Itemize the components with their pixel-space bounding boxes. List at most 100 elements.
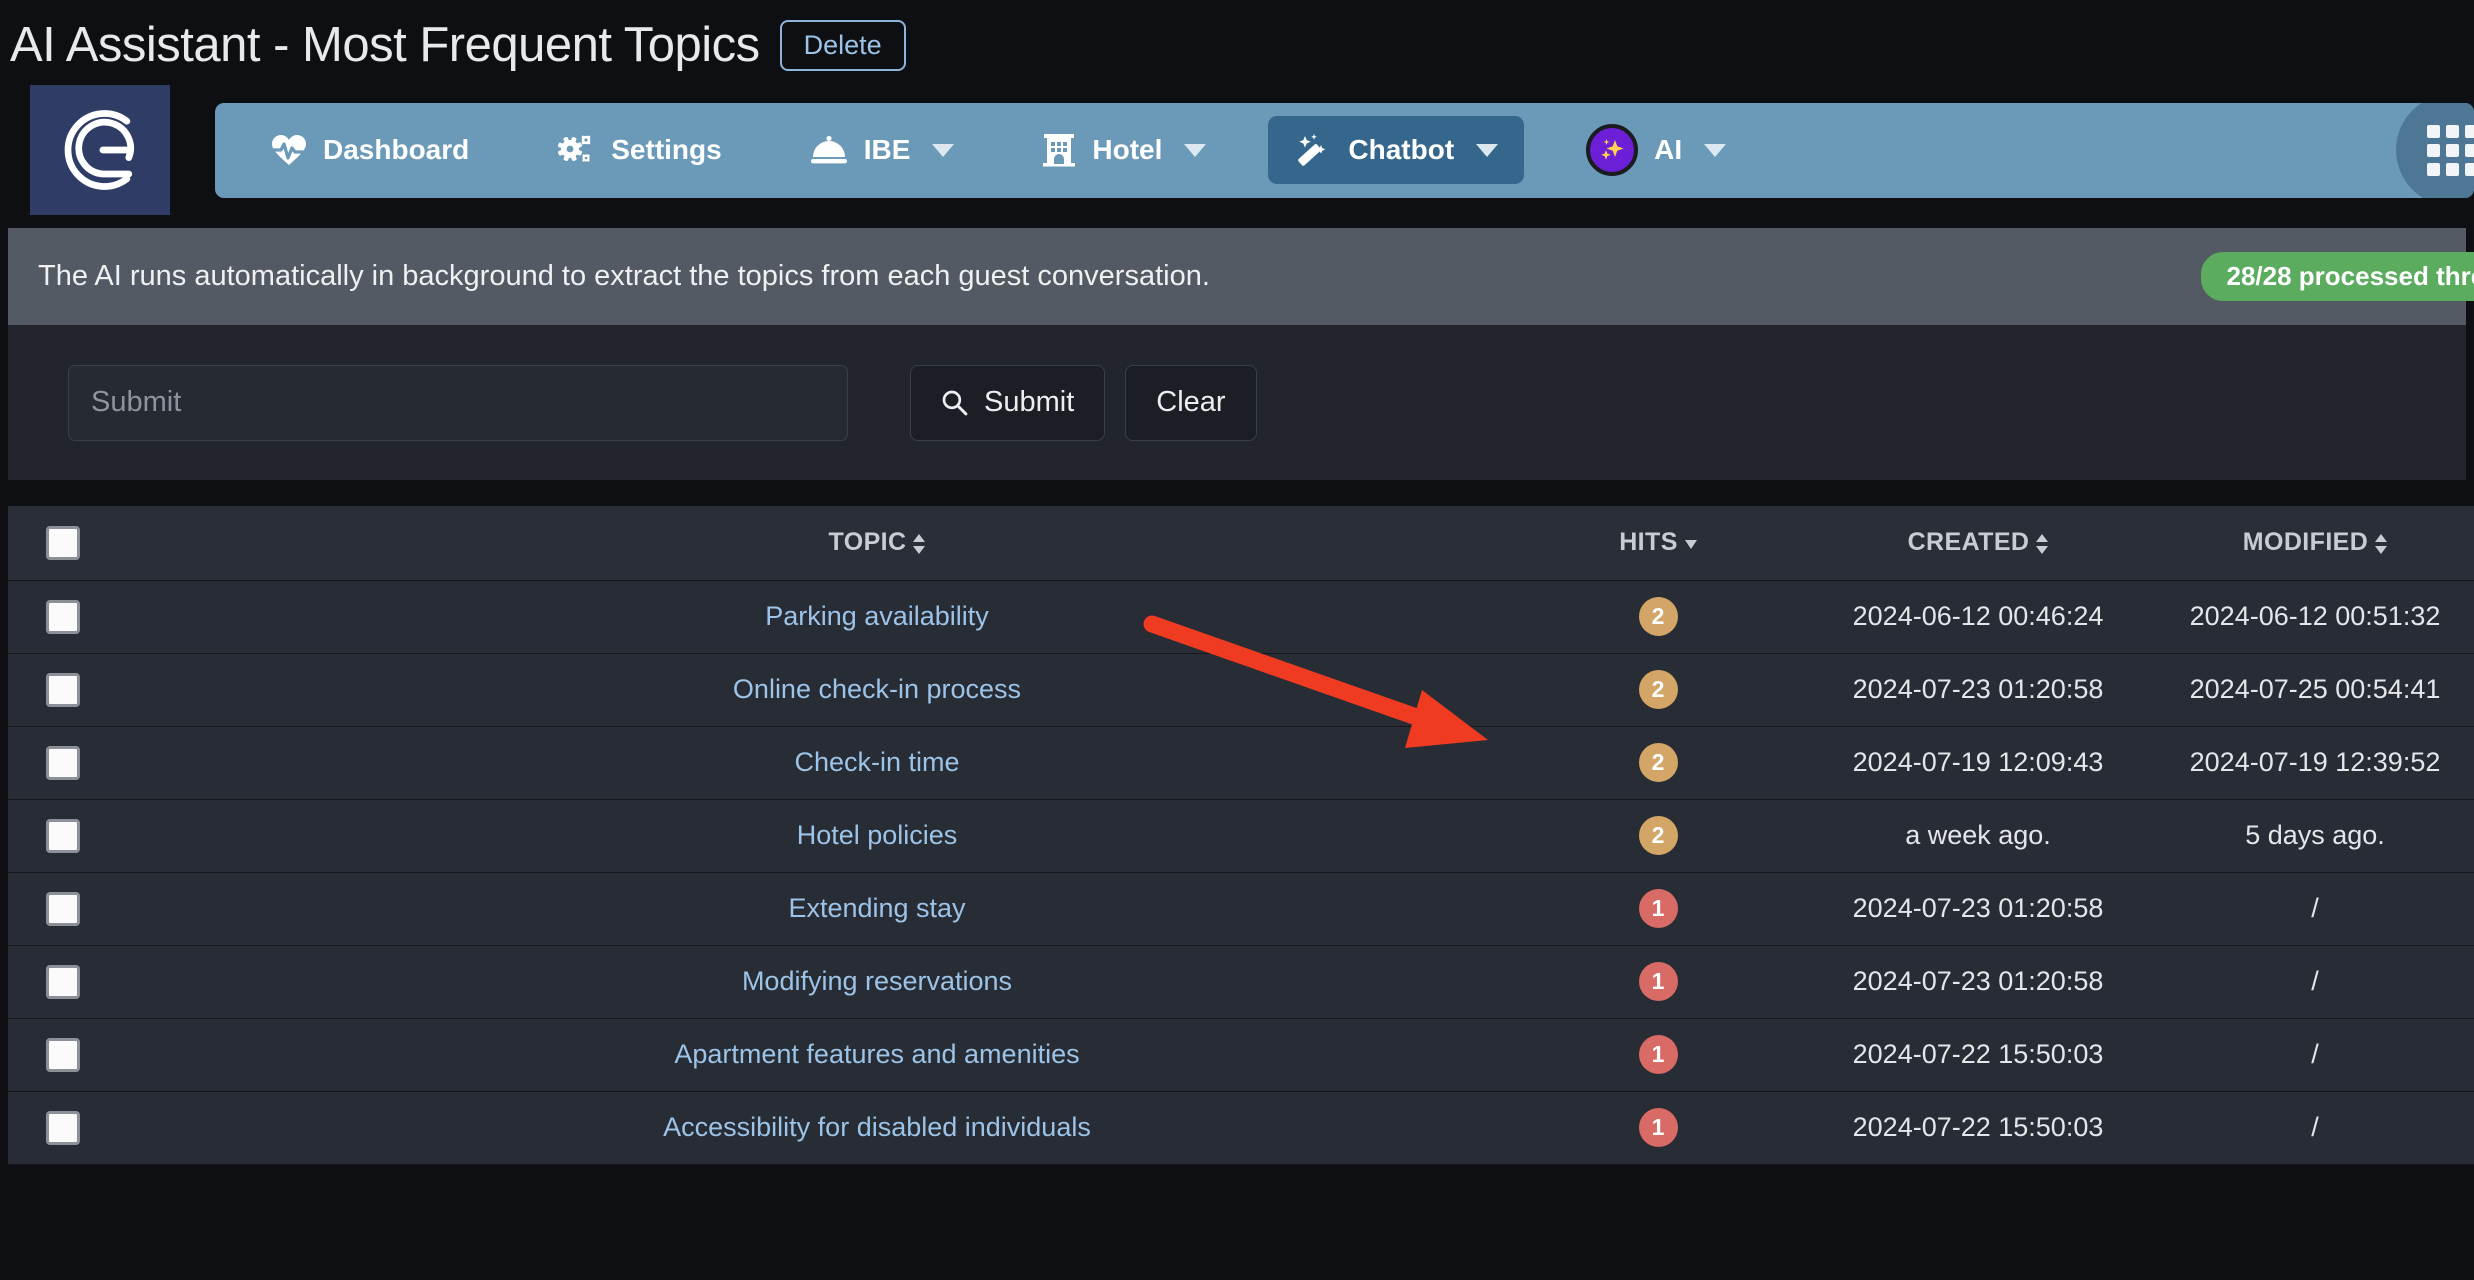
table-header: TOPIC HITS CREATED MODIFIED — [8, 506, 2474, 581]
nav-item-label: IBE — [863, 134, 911, 165]
nav-item-settings[interactable]: Settings — [531, 116, 747, 184]
navigation-bar: Dashboard Settings IBE Hotel Chatbot AI — [0, 85, 2474, 215]
table-row[interactable]: Online check-in process 2 2024-07-23 01:20… — [8, 653, 2474, 727]
nav-item-hotel[interactable]: Hotel — [1016, 116, 1232, 184]
info-banner-text: The AI runs automatically in background … — [38, 260, 1210, 292]
created-cell: 2024-07-19 12:09:43 — [1808, 726, 2148, 800]
topic-link[interactable]: Modifying reservations — [742, 966, 1012, 996]
topic-link[interactable]: Extending stay — [788, 893, 965, 923]
column-header-hits[interactable]: HITS — [1508, 506, 1808, 581]
row-checkbox[interactable] — [46, 1037, 80, 1072]
hits-badge: 2 — [1638, 670, 1678, 709]
hotel-building-icon — [1042, 133, 1076, 167]
nav-item-label: AI — [1654, 134, 1683, 165]
table-row[interactable]: Hotel policies 2 a week ago. 5 days ago. — [8, 799, 2474, 873]
nav-item-chatbot[interactable]: Chatbot — [1268, 116, 1525, 184]
page-root: AI Assistant - Most Frequent Topics Dele… — [0, 0, 2474, 1280]
modified-cell: 2024-06-12 00:51:32 — [2148, 580, 2474, 654]
topic-link[interactable]: Check-in time — [794, 747, 959, 777]
hits-cell: 2 — [1508, 653, 1808, 727]
column-header-created[interactable]: CREATED — [1808, 506, 2148, 581]
e-logo-icon — [64, 110, 135, 190]
row-select-cell[interactable] — [8, 1091, 118, 1165]
nav-item-ai[interactable]: AI — [1560, 107, 1752, 193]
hits-badge: 1 — [1638, 962, 1678, 1001]
row-checkbox[interactable] — [46, 599, 80, 634]
table-row[interactable]: Check-in time 2 2024-07-19 12:09:43 2024-07… — [8, 726, 2474, 800]
topic-link[interactable]: Parking availability — [765, 601, 989, 631]
table-row[interactable]: Apartment features and amenities 1 2024-07… — [8, 1018, 2474, 1092]
hits-cell: 2 — [1508, 799, 1808, 873]
created-cell: 2024-06-12 00:46:24 — [1808, 580, 2148, 654]
processed-threads-badge: 28/28 processed threads — [2200, 252, 2474, 301]
modified-cell: / — [2148, 945, 2474, 1019]
topic-cell: Modifying reservations — [118, 945, 1508, 1019]
search-input[interactable] — [68, 364, 848, 441]
table-row[interactable]: Modifying reservations 1 2024-07-23 01:20:… — [8, 945, 2474, 1019]
nav-item-ibe[interactable]: IBE — [784, 117, 981, 183]
table-body: Parking availability 2 2024-06-12 00:46:24… — [8, 580, 2474, 1165]
row-checkbox[interactable] — [46, 672, 80, 707]
row-checkbox[interactable] — [46, 891, 80, 926]
chevron-down-icon — [1476, 143, 1499, 157]
column-header-created-label: CREATED — [1907, 528, 2030, 557]
row-checkbox[interactable] — [46, 964, 80, 999]
sort-icon — [913, 533, 926, 555]
select-all-checkbox[interactable] — [46, 525, 80, 560]
hits-cell: 1 — [1508, 1091, 1808, 1165]
submit-button[interactable]: Submit — [910, 364, 1106, 441]
modified-cell: / — [2148, 1018, 2474, 1092]
row-select-cell[interactable] — [8, 799, 118, 873]
modified-cell: 2024-07-25 00:54:41 — [2148, 653, 2474, 727]
title-bar: AI Assistant - Most Frequent Topics Dele… — [0, 0, 2474, 90]
clear-button-label: Clear — [1156, 386, 1226, 418]
column-header-hits-label: HITS — [1619, 528, 1678, 557]
chevron-down-icon — [932, 143, 955, 157]
topic-link[interactable]: Hotel policies — [797, 820, 958, 850]
column-header-modified-label: MODIFIED — [2242, 528, 2369, 557]
row-select-cell[interactable] — [8, 945, 118, 1019]
clear-button[interactable]: Clear — [1125, 364, 1257, 441]
row-select-cell[interactable] — [8, 872, 118, 946]
table-row[interactable]: Parking availability 2 2024-06-12 00:46:24… — [8, 580, 2474, 654]
row-select-cell[interactable] — [8, 580, 118, 654]
topic-cell: Hotel policies — [118, 799, 1508, 873]
row-select-cell[interactable] — [8, 1018, 118, 1092]
row-select-cell[interactable] — [8, 726, 118, 800]
topic-link[interactable]: Online check-in process — [733, 674, 1021, 704]
column-header-modified[interactable]: MODIFIED — [2148, 506, 2474, 581]
table-header-row: TOPIC HITS CREATED MODIFIED — [8, 506, 2474, 581]
info-banner: The AI runs automatically in background … — [8, 228, 2474, 325]
topic-link[interactable]: Accessibility for disabled individuals — [663, 1112, 1091, 1142]
modified-cell: / — [2148, 1091, 2474, 1165]
page-title: AI Assistant - Most Frequent Topics — [10, 18, 760, 72]
created-cell: 2024-07-22 15:50:03 — [1808, 1091, 2148, 1165]
submit-button-label: Submit — [984, 386, 1075, 418]
created-cell: 2024-07-23 01:20:58 — [1808, 653, 2148, 727]
hits-cell: 1 — [1508, 1018, 1808, 1092]
modified-cell: 5 days ago. — [2148, 799, 2474, 873]
row-checkbox[interactable] — [46, 745, 80, 780]
hits-cell: 1 — [1508, 872, 1808, 946]
nav-item-label: Dashboard — [323, 134, 470, 165]
row-checkbox[interactable] — [46, 818, 80, 853]
topic-cell: Parking availability — [118, 580, 1508, 654]
sort-icon — [2036, 533, 2049, 555]
table-row[interactable]: Accessibility for disabled individuals 1 2… — [8, 1091, 2474, 1165]
created-cell: 2024-07-22 15:50:03 — [1808, 1018, 2148, 1092]
nav-item-dashboard[interactable]: Dashboard — [245, 117, 495, 183]
topics-table: TOPIC HITS CREATED MODIFIED Parking avai… — [8, 506, 2474, 1165]
brand-logo[interactable] — [30, 85, 170, 215]
row-select-cell[interactable] — [8, 653, 118, 727]
column-header-topic[interactable]: TOPIC — [118, 506, 1508, 581]
chevron-down-icon — [1704, 143, 1727, 157]
hits-badge: 1 — [1638, 889, 1678, 928]
select-all-header[interactable] — [8, 506, 118, 581]
row-checkbox[interactable] — [46, 1110, 80, 1145]
apps-grid-button[interactable] — [2396, 102, 2474, 198]
nav-menu: Dashboard Settings IBE Hotel Chatbot AI — [215, 102, 2474, 198]
concierge-bell-icon — [810, 135, 848, 165]
delete-button[interactable]: Delete — [779, 19, 906, 71]
topic-link[interactable]: Apartment features and amenities — [674, 1039, 1079, 1069]
table-row[interactable]: Extending stay 1 2024-07-23 01:20:58/ — [8, 872, 2474, 946]
